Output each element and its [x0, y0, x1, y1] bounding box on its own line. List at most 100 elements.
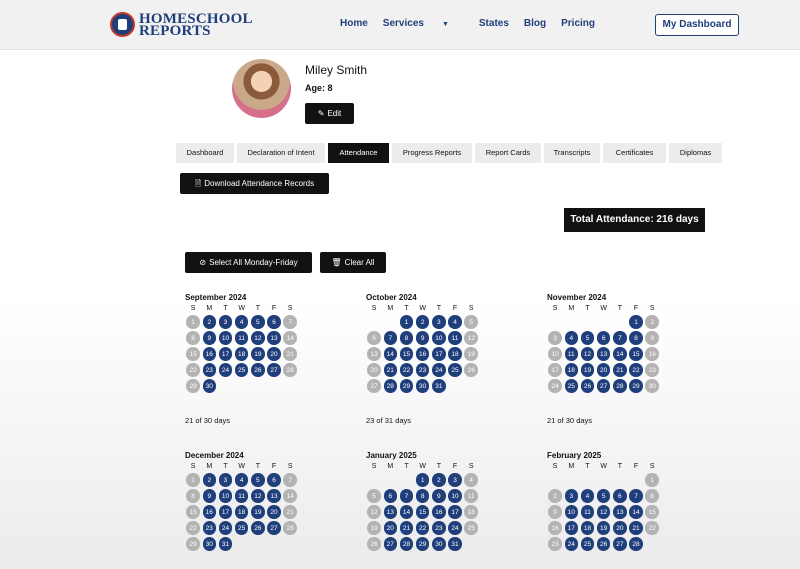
- day-toggle[interactable]: 23: [432, 521, 446, 535]
- day-toggle[interactable]: 7: [283, 473, 297, 487]
- day-toggle[interactable]: 20: [367, 363, 381, 377]
- day-toggle[interactable]: 15: [645, 505, 659, 519]
- day-toggle[interactable]: 27: [613, 537, 627, 551]
- day-toggle[interactable]: 3: [432, 315, 446, 329]
- day-toggle[interactable]: 9: [432, 489, 446, 503]
- tab-progress-reports[interactable]: Progress Reports: [392, 143, 472, 163]
- day-toggle[interactable]: 10: [218, 331, 233, 345]
- day-toggle[interactable]: 18: [234, 347, 249, 361]
- day-toggle[interactable]: 24: [548, 379, 562, 393]
- day-toggle[interactable]: 11: [448, 331, 462, 345]
- day-toggle[interactable]: 16: [202, 505, 217, 519]
- day-toggle[interactable]: 5: [251, 473, 265, 487]
- day-toggle[interactable]: 18: [564, 363, 579, 377]
- day-toggle[interactable]: 19: [251, 505, 265, 519]
- day-toggle[interactable]: 15: [186, 347, 200, 361]
- day-toggle[interactable]: 27: [267, 521, 281, 535]
- day-toggle[interactable]: 14: [613, 347, 627, 361]
- day-toggle[interactable]: 6: [267, 315, 281, 329]
- day-toggle[interactable]: 9: [202, 331, 217, 345]
- day-toggle[interactable]: 11: [234, 331, 249, 345]
- day-toggle[interactable]: 10: [432, 331, 446, 345]
- day-toggle[interactable]: 12: [464, 331, 478, 345]
- day-toggle[interactable]: 2: [202, 473, 217, 487]
- day-toggle[interactable]: 13: [596, 347, 611, 361]
- tab-transcripts[interactable]: Transcripts: [544, 143, 600, 163]
- day-toggle[interactable]: 30: [645, 379, 659, 393]
- day-toggle[interactable]: 22: [645, 521, 659, 535]
- day-toggle[interactable]: 4: [580, 489, 595, 503]
- tab-dashboard[interactable]: Dashboard: [176, 143, 234, 163]
- day-toggle[interactable]: 22: [186, 363, 200, 377]
- day-toggle[interactable]: 18: [580, 521, 595, 535]
- day-toggle[interactable]: 19: [580, 363, 595, 377]
- day-toggle[interactable]: 25: [234, 363, 249, 377]
- day-toggle[interactable]: 14: [283, 331, 297, 345]
- day-toggle[interactable]: 19: [464, 347, 478, 361]
- day-toggle[interactable]: 29: [186, 379, 200, 393]
- nav-pricing[interactable]: Pricing: [561, 18, 595, 29]
- day-toggle[interactable]: 27: [383, 537, 398, 551]
- edit-button[interactable]: ✎ Edit: [305, 103, 354, 124]
- day-toggle[interactable]: 13: [383, 505, 398, 519]
- day-toggle[interactable]: 16: [415, 347, 430, 361]
- day-toggle[interactable]: 7: [399, 489, 414, 503]
- day-toggle[interactable]: 16: [645, 347, 659, 361]
- download-attendance-button[interactable]: 🗎 Download Attendance Records: [180, 173, 329, 194]
- day-toggle[interactable]: 17: [218, 347, 233, 361]
- day-toggle[interactable]: 8: [415, 489, 430, 503]
- day-toggle[interactable]: 27: [367, 379, 381, 393]
- site-logo[interactable]: HOMESCHOOL REPORTS: [110, 11, 253, 38]
- day-toggle[interactable]: 5: [580, 331, 595, 345]
- day-toggle[interactable]: 8: [186, 489, 200, 503]
- my-dashboard-button[interactable]: My Dashboard: [655, 14, 739, 36]
- day-toggle[interactable]: 17: [448, 505, 462, 519]
- tab-diplomas[interactable]: Diplomas: [669, 143, 722, 163]
- day-toggle[interactable]: 13: [367, 347, 381, 361]
- day-toggle[interactable]: 1: [415, 473, 430, 487]
- day-toggle[interactable]: 4: [448, 315, 462, 329]
- day-toggle[interactable]: 19: [596, 521, 611, 535]
- day-toggle[interactable]: 23: [645, 363, 659, 377]
- day-toggle[interactable]: 16: [432, 505, 446, 519]
- day-toggle[interactable]: 6: [596, 331, 611, 345]
- tab-declaration-of-intent[interactable]: Declaration of Intent: [237, 143, 325, 163]
- day-toggle[interactable]: 26: [580, 379, 595, 393]
- day-toggle[interactable]: 15: [629, 347, 643, 361]
- day-toggle[interactable]: 31: [218, 537, 233, 551]
- day-toggle[interactable]: 22: [399, 363, 414, 377]
- day-toggle[interactable]: 26: [464, 363, 478, 377]
- day-toggle[interactable]: 28: [629, 537, 643, 551]
- day-toggle[interactable]: 2: [432, 473, 446, 487]
- nav-states[interactable]: States: [479, 18, 509, 29]
- day-toggle[interactable]: 23: [415, 363, 430, 377]
- day-toggle[interactable]: 8: [186, 331, 200, 345]
- select-all-weekdays-button[interactable]: ⊘ Select All Monday-Friday: [185, 252, 312, 273]
- day-toggle[interactable]: 21: [629, 521, 643, 535]
- day-toggle[interactable]: 28: [399, 537, 414, 551]
- day-toggle[interactable]: 12: [251, 331, 265, 345]
- nav-blog[interactable]: Blog: [524, 18, 546, 29]
- day-toggle[interactable]: 24: [218, 521, 233, 535]
- day-toggle[interactable]: 29: [629, 379, 643, 393]
- tab-report-cards[interactable]: Report Cards: [475, 143, 541, 163]
- day-toggle[interactable]: 4: [234, 473, 249, 487]
- day-toggle[interactable]: 15: [415, 505, 430, 519]
- day-toggle[interactable]: 30: [202, 537, 217, 551]
- day-toggle[interactable]: 20: [613, 521, 627, 535]
- day-toggle[interactable]: 11: [234, 489, 249, 503]
- day-toggle[interactable]: 14: [283, 489, 297, 503]
- day-toggle[interactable]: 2: [548, 489, 562, 503]
- day-toggle[interactable]: 9: [202, 489, 217, 503]
- nav-services[interactable]: Services ▼: [383, 18, 464, 29]
- day-toggle[interactable]: 12: [596, 505, 611, 519]
- day-toggle[interactable]: 15: [186, 505, 200, 519]
- day-toggle[interactable]: 5: [367, 489, 381, 503]
- day-toggle[interactable]: 20: [383, 521, 398, 535]
- day-toggle[interactable]: 13: [613, 505, 627, 519]
- day-toggle[interactable]: 11: [564, 347, 579, 361]
- day-toggle[interactable]: 17: [218, 505, 233, 519]
- day-toggle[interactable]: 18: [464, 505, 478, 519]
- day-toggle[interactable]: 18: [448, 347, 462, 361]
- day-toggle[interactable]: 4: [464, 473, 478, 487]
